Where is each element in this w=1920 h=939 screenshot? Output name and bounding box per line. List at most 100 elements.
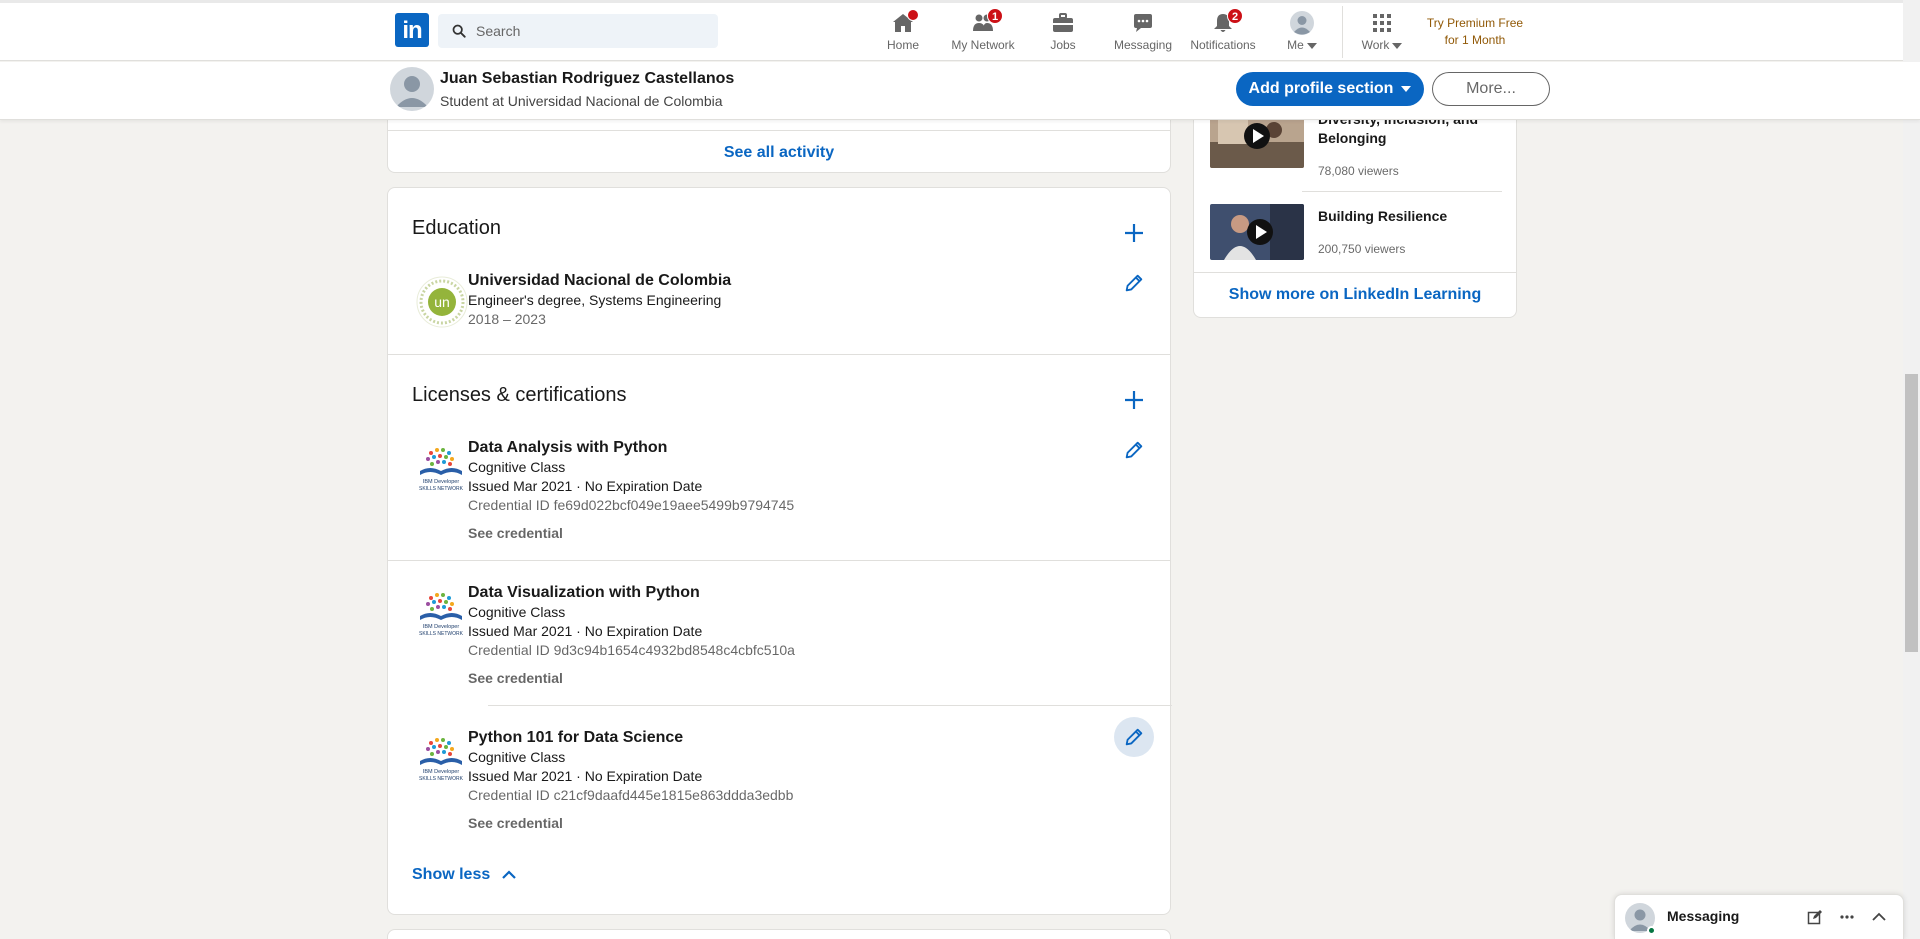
linkedin-logo[interactable]: in bbox=[395, 13, 429, 47]
course-item[interactable]: Diversity, Inclusion, and Belonging 78,0… bbox=[1210, 111, 1502, 182]
credential-id: Credential ID fe69d022bcf049e19aee5499b9… bbox=[468, 497, 795, 513]
pencil-icon bbox=[1125, 728, 1143, 746]
sticky-profile-bar: Juan Sebastian Rodriguez Castellanos Stu… bbox=[0, 62, 1920, 120]
nav-label: Work bbox=[1361, 38, 1390, 52]
show-more-learning-link[interactable]: Show more on LinkedIn Learning bbox=[1194, 286, 1516, 304]
compose-message-button[interactable] bbox=[1805, 907, 1825, 927]
license-entry: Data Visualization with Python Cognitive… bbox=[468, 583, 795, 688]
nav-home[interactable]: Home bbox=[882, 9, 924, 57]
next-section-card bbox=[387, 929, 1171, 939]
home-icon bbox=[891, 9, 919, 35]
course-thumbnail bbox=[1210, 112, 1304, 168]
entry-divider bbox=[488, 705, 1172, 706]
add-education-button[interactable] bbox=[1114, 213, 1154, 253]
network-badge: 1 bbox=[987, 8, 1003, 24]
search-box[interactable] bbox=[438, 14, 718, 48]
try-premium-link[interactable]: Try Premium Free for 1 Month bbox=[1420, 15, 1530, 49]
chat-icon bbox=[1131, 11, 1155, 35]
nav-work[interactable]: Work bbox=[1360, 11, 1404, 57]
credential-id: Credential ID 9d3c94b1654c4932bd8548c4cb… bbox=[468, 642, 795, 658]
school-name[interactable]: Universidad Nacional de Colombia bbox=[468, 271, 731, 291]
chevron-down-icon bbox=[1401, 85, 1412, 92]
expand-messaging-button[interactable] bbox=[1869, 907, 1889, 927]
online-status-dot bbox=[1647, 926, 1656, 935]
briefcase-icon bbox=[1051, 11, 1075, 35]
messaging-overlay[interactable]: Messaging bbox=[1614, 894, 1904, 939]
see-credential-link[interactable]: See credential bbox=[468, 813, 793, 833]
nav-label: Notifications bbox=[1190, 38, 1256, 52]
see-credential-link[interactable]: See credential bbox=[468, 668, 795, 688]
add-license-button[interactable] bbox=[1114, 380, 1154, 420]
nav-my-network[interactable]: 1 My Network bbox=[946, 8, 1020, 57]
plus-icon bbox=[1125, 391, 1143, 409]
see-credential-link[interactable]: See credential bbox=[468, 523, 794, 543]
edit-license-button[interactable] bbox=[1114, 717, 1154, 757]
degree: Engineer's degree, Systems Engineering bbox=[468, 292, 722, 308]
divider bbox=[388, 130, 1170, 131]
messaging-title: Messaging bbox=[1667, 908, 1740, 924]
license-name: Python 101 for Data Science bbox=[468, 729, 684, 746]
course-viewers: 200,750 viewers bbox=[1318, 242, 1406, 256]
scrollbar-thumb[interactable] bbox=[1905, 374, 1918, 652]
ibm-skills-network-logo: IBM Developer SKILLS NETWORK bbox=[419, 738, 464, 782]
global-nav: in Home 1 My Network Jobs Messaging 2 bbox=[0, 0, 1920, 61]
ibm-skills-network-logo: IBM Developer SKILLS NETWORK bbox=[419, 593, 464, 637]
license-issuer: Cognitive Class bbox=[468, 749, 566, 765]
license-name: Data Visualization with Python bbox=[468, 584, 700, 601]
compose-icon bbox=[1807, 910, 1822, 925]
ibm-logo-line-1: IBM Developer bbox=[423, 769, 460, 775]
nav-messaging[interactable]: Messaging bbox=[1112, 11, 1174, 57]
ibm-logo-line-1: IBM Developer bbox=[423, 479, 460, 485]
show-less-label: Show less bbox=[412, 866, 491, 883]
search-input[interactable] bbox=[476, 14, 706, 48]
ellipsis-icon bbox=[1840, 915, 1854, 919]
course-title: Building Resilience bbox=[1318, 208, 1448, 224]
nav-me[interactable]: Me bbox=[1284, 11, 1320, 57]
nav-label: Jobs bbox=[1050, 38, 1076, 52]
university-logo: un bbox=[416, 276, 468, 328]
premium-line-1: Try Premium Free bbox=[1426, 16, 1524, 30]
premium-line-2: for 1 Month bbox=[1444, 33, 1506, 47]
profile-name: Juan Sebastian Rodriguez Castellanos bbox=[440, 70, 735, 87]
license-entry: Python 101 for Data Science Cognitive Cl… bbox=[468, 728, 793, 833]
bell-icon: 2 bbox=[1211, 8, 1243, 35]
linkedin-learning-card: Diversity, Inclusion, and Belonging 78,0… bbox=[1193, 100, 1517, 318]
page-scrollbar[interactable] bbox=[1903, 0, 1920, 939]
ibm-logo-line-2: SKILLS NETWORK bbox=[419, 486, 464, 492]
more-button[interactable]: More... bbox=[1432, 72, 1550, 106]
add-profile-section-button[interactable]: Add profile section bbox=[1236, 72, 1424, 106]
license-issued-date: Issued Mar 2021 · No Expiration Date bbox=[468, 768, 703, 784]
entry-divider bbox=[388, 560, 1170, 561]
chevron-down-icon bbox=[1392, 42, 1403, 49]
search-icon bbox=[452, 24, 466, 38]
ibm-logo-line-1: IBM Developer bbox=[423, 624, 460, 630]
education-heading: Education bbox=[412, 217, 501, 239]
license-issued-date: Issued Mar 2021 · No Expiration Date bbox=[468, 623, 703, 639]
see-all-activity-link[interactable]: See all activity bbox=[388, 144, 1170, 162]
section-divider bbox=[388, 354, 1170, 355]
course-thumbnail bbox=[1210, 204, 1304, 260]
background-card: Education un Universidad Nacional de Col… bbox=[387, 187, 1172, 915]
messaging-options-button[interactable] bbox=[1837, 907, 1857, 927]
nav-label: My Network bbox=[951, 38, 1015, 52]
nav-divider bbox=[1342, 6, 1343, 58]
chevron-up-icon bbox=[1872, 912, 1886, 921]
add-profile-section-label: Add profile section bbox=[1248, 80, 1394, 97]
show-less-button[interactable]: Show less bbox=[412, 866, 517, 884]
edit-education-button[interactable] bbox=[1114, 263, 1154, 303]
university-logo-text: un bbox=[434, 294, 450, 310]
nav-jobs[interactable]: Jobs bbox=[1046, 11, 1080, 57]
chevron-up-icon bbox=[501, 870, 516, 879]
edit-license-button[interactable] bbox=[1114, 430, 1154, 470]
license-issued-date: Issued Mar 2021 · No Expiration Date bbox=[468, 478, 703, 494]
education-dates: 2018 – 2023 bbox=[468, 311, 546, 327]
course-item[interactable]: Building Resilience 200,750 viewers bbox=[1210, 204, 1502, 264]
licenses-heading: Licenses & certifications bbox=[412, 384, 627, 406]
avatar bbox=[1290, 11, 1314, 35]
pencil-icon bbox=[1125, 274, 1143, 292]
notification-dot bbox=[907, 9, 919, 21]
license-issuer: Cognitive Class bbox=[468, 604, 566, 620]
nav-notifications[interactable]: 2 Notifications bbox=[1188, 8, 1258, 57]
chevron-down-icon bbox=[1306, 42, 1317, 49]
profile-avatar[interactable] bbox=[390, 67, 434, 111]
